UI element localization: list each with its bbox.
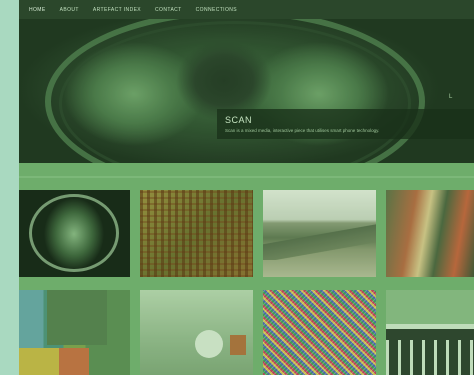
hero-side-label: L (449, 94, 453, 100)
gallery-tile-brain-scan[interactable] (19, 190, 130, 277)
plant-pot (230, 335, 246, 355)
color-block (59, 348, 89, 375)
color-block (47, 290, 107, 345)
landscape-image (263, 220, 376, 260)
nav-about[interactable]: ABOUT (60, 7, 79, 13)
page-container: HOME ABOUT ARTEFACT INDEX CONTACT CONNEC… (19, 0, 474, 375)
brain-scan-image (29, 194, 119, 272)
hero-caption: SCAN Scan is a mixed media, interactive … (217, 109, 474, 139)
section-divider (19, 176, 474, 178)
gallery-tile-installation[interactable] (140, 290, 253, 375)
hero-caption-text: Scan is a mixed media, interactive piece… (225, 128, 380, 133)
nav-connections[interactable]: CONNECTIONS (196, 7, 237, 13)
nav-contact[interactable]: CONTACT (155, 7, 182, 13)
hero-caption-title: SCAN (225, 115, 253, 125)
pixel-noise-image (263, 290, 376, 375)
gallery-tile-landscape[interactable] (263, 190, 376, 277)
installation-object (195, 330, 223, 358)
top-navigation: HOME ABOUT ARTEFACT INDEX CONTACT CONNEC… (19, 0, 474, 19)
gallery-tile-color-blocks[interactable] (19, 290, 130, 375)
hero-banner[interactable]: L SCAN Scan is a mixed media, interactiv… (19, 19, 474, 163)
gallery-tile-pixel-noise[interactable] (263, 290, 376, 375)
nav-home[interactable]: HOME (29, 7, 46, 13)
nav-artefact-index[interactable]: ARTEFACT INDEX (93, 7, 141, 13)
fence-image (386, 340, 474, 375)
gallery-tile-fence[interactable] (386, 290, 474, 375)
color-block (19, 348, 59, 375)
gallery-tile-abstract-texture[interactable] (140, 190, 253, 277)
gallery-tile-mural[interactable] (386, 190, 474, 277)
